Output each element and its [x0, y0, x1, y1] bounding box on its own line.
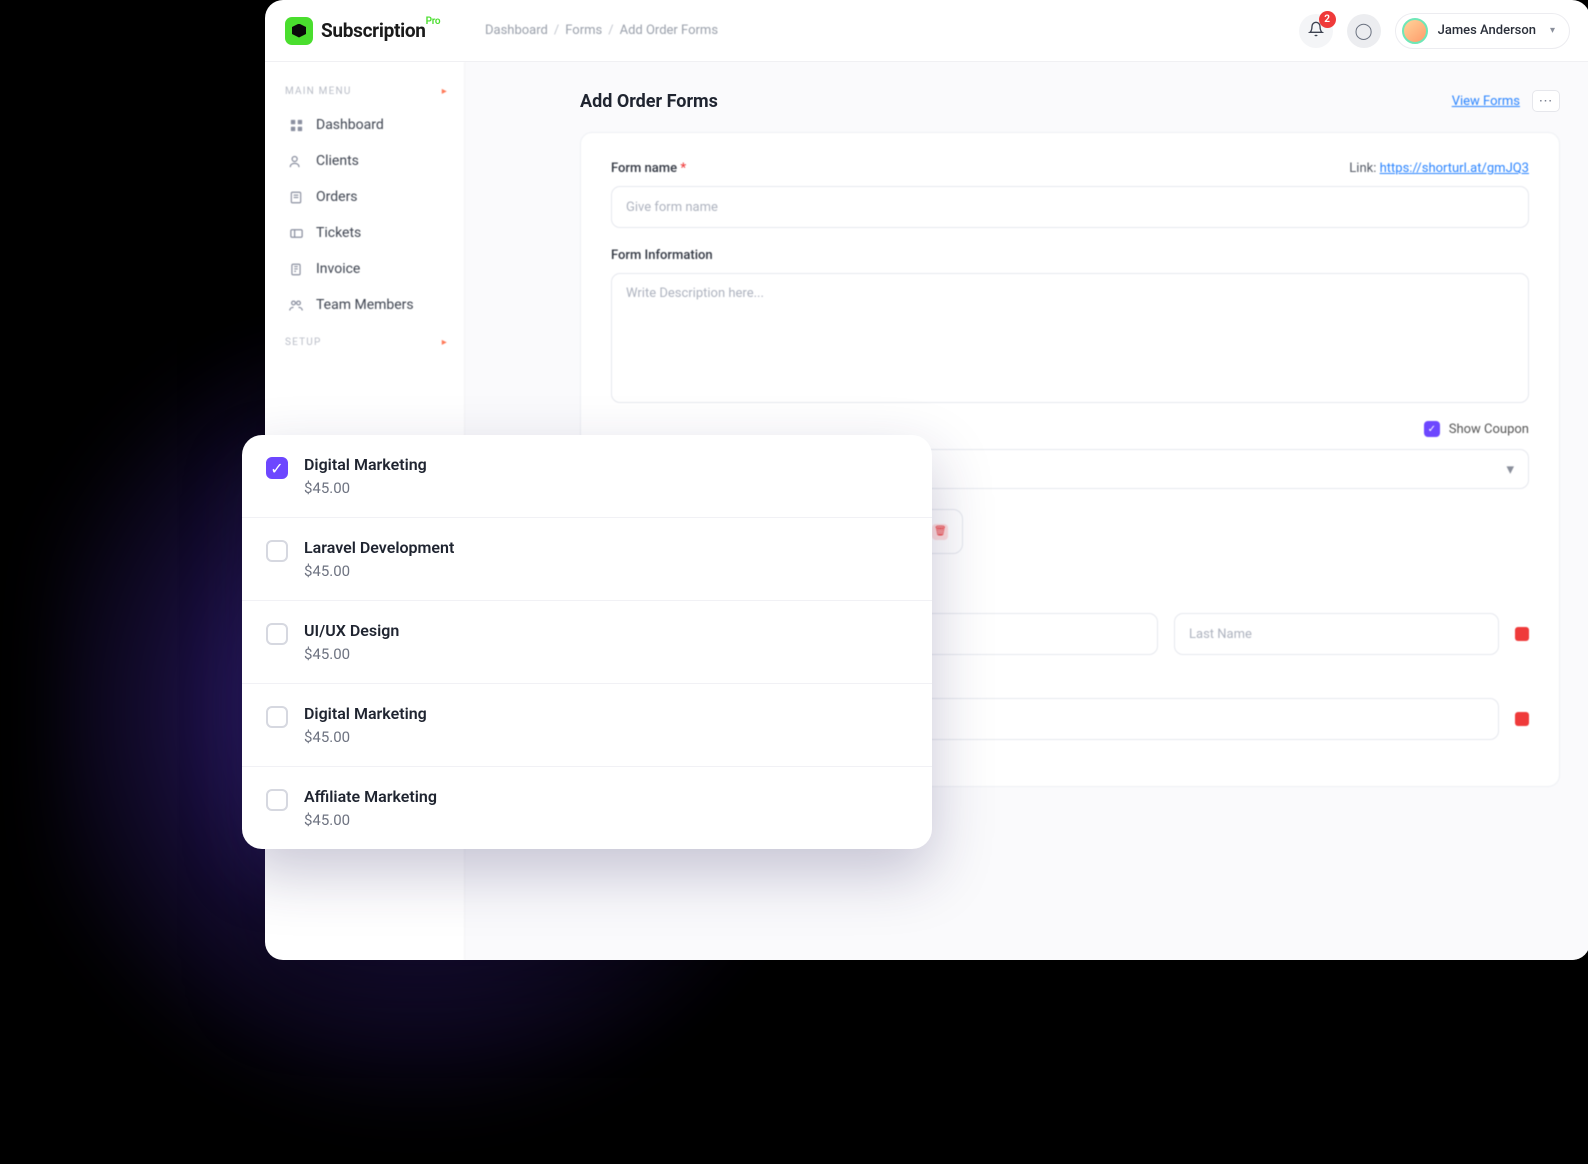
sidebar-item-tickets[interactable]: Tickets [279, 215, 454, 251]
form-link: Link: https://shorturl.at/gmJQ3 [1349, 161, 1529, 176]
sidebar-item-orders[interactable]: Orders [279, 179, 454, 215]
logo-mark-icon [285, 17, 313, 45]
checkbox-checked-icon: ✓ [266, 457, 288, 479]
checkbox-unchecked-icon [266, 706, 288, 728]
email-field-label: Email [835, 673, 1529, 688]
view-forms-link[interactable]: View Forms [1452, 94, 1520, 109]
option-item[interactable]: ✓ Digital Marketing $45.00 [242, 435, 932, 518]
checkbox-unchecked-icon [266, 789, 288, 811]
brand-logo[interactable]: SubscriptionPro [285, 17, 485, 45]
breadcrumb-current: Add Order Forms [620, 23, 718, 38]
option-item[interactable]: Digital Marketing $45.00 [242, 684, 932, 767]
trash-icon: 🗑 [934, 526, 947, 537]
form-name-label: Form name * [611, 161, 686, 176]
avatar [1402, 18, 1428, 44]
delete-field-button[interactable] [1515, 712, 1529, 726]
service-dropdown: ✓ Digital Marketing $45.00 Laravel Devel… [242, 435, 932, 849]
sidebar-item-team[interactable]: Team Members [279, 287, 454, 323]
checkbox-unchecked-icon [266, 540, 288, 562]
caret-icon: ▸ [442, 86, 448, 97]
checkbox-checked-icon: ✓ [1424, 421, 1440, 437]
form-info-textarea[interactable] [611, 273, 1529, 403]
grid-icon [287, 118, 305, 133]
page-title: Add Order Forms [580, 91, 718, 112]
option-item[interactable]: Affiliate Marketing $45.00 [242, 767, 932, 849]
user-name: James Anderson [1438, 23, 1536, 38]
email-input[interactable] [833, 698, 1499, 740]
sidebar-item-invoice[interactable]: Invoice [279, 251, 454, 287]
circle-icon: ◯ [1355, 21, 1373, 40]
last-name-input[interactable] [1174, 613, 1499, 655]
option-item[interactable]: UI/UX Design $45.00 [242, 601, 932, 684]
form-name-input[interactable] [611, 186, 1529, 228]
remove-pill-button[interactable]: 🗑 [932, 524, 948, 540]
breadcrumb-item[interactable]: Forms [565, 23, 602, 38]
notification-badge: 2 [1319, 11, 1336, 28]
app-header: SubscriptionPro Dashboard / Forms / Add … [265, 0, 1588, 62]
sidebar-item-clients[interactable]: Clients [279, 143, 454, 179]
ticket-icon [287, 226, 305, 241]
breadcrumb: Dashboard / Forms / Add Order Forms [485, 23, 718, 38]
help-button[interactable]: ◯ [1347, 14, 1381, 48]
chevron-down-icon: ▾ [1506, 460, 1514, 478]
delete-field-button[interactable] [1515, 627, 1529, 641]
team-icon [287, 298, 305, 313]
caret-icon: ▸ [442, 337, 448, 348]
notifications-button[interactable]: 2 [1299, 14, 1333, 48]
sidebar-section-main[interactable]: MAIN MENU ▸ [279, 72, 454, 107]
short-link[interactable]: https://shorturl.at/gmJQ3 [1380, 161, 1529, 176]
checkbox-unchecked-icon [266, 623, 288, 645]
breadcrumb-item[interactable]: Dashboard [485, 23, 548, 38]
more-button[interactable]: ⋯ [1532, 90, 1560, 112]
option-item[interactable]: Laravel Development $45.00 [242, 518, 932, 601]
sidebar-section-setup[interactable]: SETUP ▸ [279, 323, 454, 358]
file-icon [287, 190, 305, 205]
chevron-down-icon: ▾ [1550, 25, 1555, 36]
user-menu[interactable]: James Anderson ▾ [1395, 13, 1570, 49]
name-field-label: Name [835, 588, 1529, 603]
invoice-icon [287, 262, 305, 277]
sidebar-item-dashboard[interactable]: Dashboard [279, 107, 454, 143]
brand-name: SubscriptionPro [321, 19, 440, 42]
users-icon [287, 154, 305, 169]
form-info-label: Form Information [611, 248, 1529, 263]
